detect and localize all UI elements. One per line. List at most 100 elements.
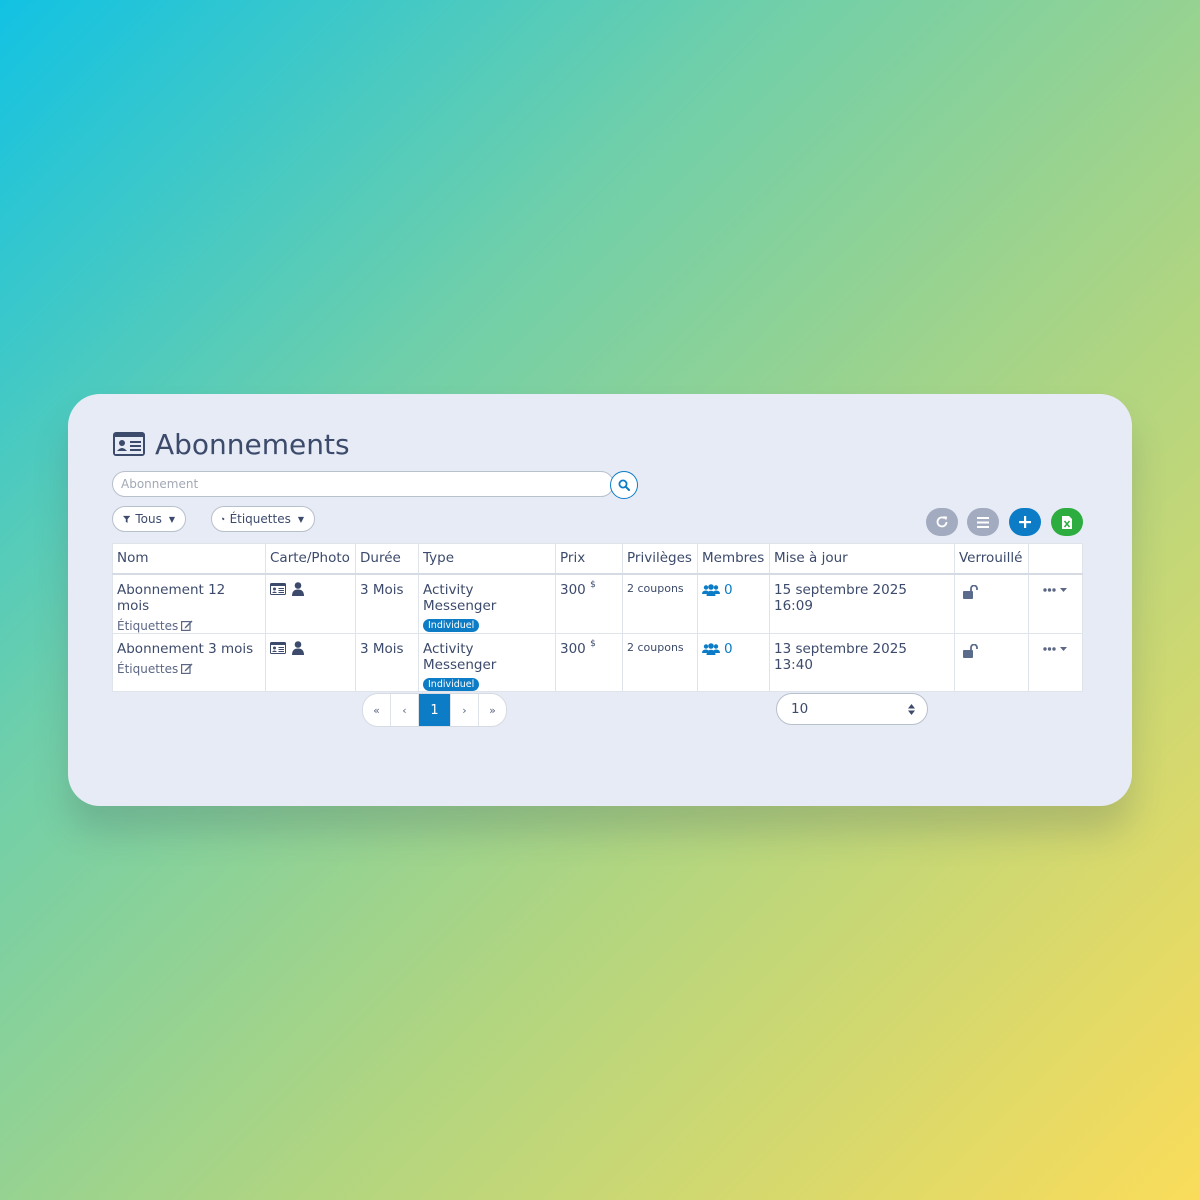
cell-updated: 13 septembre 2025 13:40 [769,632,955,692]
users-icon [702,642,720,655]
cell-type: Activity Messenger Individuel [418,632,556,692]
column-header-privileges[interactable]: Privilèges [622,543,698,574]
column-header-name[interactable]: Nom [112,543,266,574]
row-actions-dropdown[interactable] [1033,641,1078,651]
table-row[interactable]: Abonnement 12 mois Étiquettes 3 Mois Act… [112,573,1083,634]
member-card-icon[interactable] [270,582,286,595]
column-header-locked[interactable]: Verrouillé [954,543,1029,574]
cell-price: 300 $ [555,573,623,634]
add-subscription-button[interactable] [1009,508,1041,536]
cell-name: Abonnement 12 mois Étiquettes [112,573,266,634]
currency-symbol: $ [590,579,596,590]
table-row[interactable]: Abonnement 3 mois Étiquettes 3 Mois Acti… [112,632,1083,692]
members-count: 0 [724,581,733,598]
column-header-members[interactable]: Membres [697,543,770,574]
cell-actions [1028,573,1083,634]
column-header-card-photo[interactable]: Carte/Photo [265,543,356,574]
price-value: 300 [560,581,586,598]
caret-down-icon: ▼ [297,514,304,524]
unlock-icon[interactable] [963,643,979,658]
members-link[interactable]: 0 [702,582,765,598]
tags-filter-dropdown[interactable]: Étiquettes ▼ [211,506,315,532]
cell-locked [954,573,1029,634]
cell-duration: 3 Mois [355,632,419,692]
cell-card-photo [265,573,356,634]
edit-tags-link[interactable]: Étiquettes [117,619,261,633]
subscriptions-panel: Abonnements Tous ▼ Étiquettes ▼ [68,394,1132,806]
subscription-name[interactable]: Abonnement 3 mois [117,641,261,657]
refresh-icon [936,516,948,528]
price-value: 300 [560,640,586,657]
search-input[interactable] [112,471,614,497]
cell-card-photo [265,632,356,692]
export-excel-button[interactable] [1051,508,1083,536]
cell-members: 0 [697,632,770,692]
first-page-button[interactable]: « [363,694,391,726]
refresh-button[interactable] [926,508,958,536]
previous-page-button[interactable]: ‹ [391,694,419,726]
column-header-type[interactable]: Type [418,543,556,574]
cell-updated: 15 septembre 2025 16:09 [769,573,955,634]
currency-symbol: $ [590,638,596,649]
cell-privileges: 2 coupons [622,573,698,634]
pagination: « ‹ 1 › » [362,693,507,727]
tags-link-label: Étiquettes [117,618,179,633]
ellipsis-icon [1043,646,1056,651]
members-link[interactable]: 0 [702,641,765,657]
cell-privileges: 2 coupons [622,632,698,692]
type-badge: Individuel [423,618,480,632]
columns-button[interactable] [967,508,999,536]
caret-down-icon [1060,646,1067,651]
list-icon [977,516,989,528]
next-page-button[interactable]: › [451,694,479,726]
edit-icon [181,663,193,674]
filter-icon [123,515,131,523]
tag-icon [222,517,225,521]
cell-members: 0 [697,573,770,634]
last-page-button[interactable]: » [479,694,506,726]
column-header-updated[interactable]: Mise à jour [769,543,955,574]
ellipsis-icon [1043,587,1056,592]
subscription-name[interactable]: Abonnement 12 mois [117,582,261,614]
subscription-type: Activity Messenger [423,640,497,673]
subscription-type: Activity Messenger [423,581,497,614]
page-header: Abonnements [113,424,350,464]
page-size-select[interactable]: 10 [776,693,928,725]
edit-tags-link[interactable]: Étiquettes [117,662,261,676]
members-count: 0 [724,640,733,657]
type-badge: Individuel [423,677,480,691]
page-size-value: 10 [791,701,809,717]
caret-down-icon [1060,587,1067,592]
column-header-actions [1028,543,1083,574]
user-photo-icon[interactable] [292,581,304,596]
search-icon [618,479,630,491]
id-card-icon [113,432,145,456]
plus-icon [1019,516,1031,528]
member-card-icon[interactable] [270,641,286,654]
search-button[interactable] [610,471,638,499]
users-icon [702,583,720,596]
caret-down-icon: ▼ [168,514,175,524]
cell-type: Activity Messenger Individuel [418,573,556,634]
tags-link-label: Étiquettes [117,661,179,676]
column-header-price[interactable]: Prix [555,543,623,574]
page-button-current[interactable]: 1 [419,694,451,726]
status-filter-label: Tous [135,512,162,526]
page-title: Abonnements [155,427,350,461]
column-header-duration[interactable]: Durée [355,543,419,574]
user-photo-icon[interactable] [292,640,304,655]
tags-filter-label: Étiquettes [229,512,291,526]
excel-icon [1062,515,1072,529]
row-actions-dropdown[interactable] [1033,582,1078,592]
cell-name: Abonnement 3 mois Étiquettes [112,632,266,692]
unlock-icon[interactable] [963,584,979,599]
subscriptions-table: Nom Carte/Photo Durée Type Prix Privilèg… [112,543,1083,692]
edit-icon [181,620,193,631]
sort-arrows-icon [908,703,915,715]
status-filter-dropdown[interactable]: Tous ▼ [112,506,186,532]
cell-actions [1028,632,1083,692]
table-header-row: Nom Carte/Photo Durée Type Prix Privilèg… [112,543,1083,574]
cell-duration: 3 Mois [355,573,419,634]
cell-price: 300 $ [555,632,623,692]
cell-locked [954,632,1029,692]
